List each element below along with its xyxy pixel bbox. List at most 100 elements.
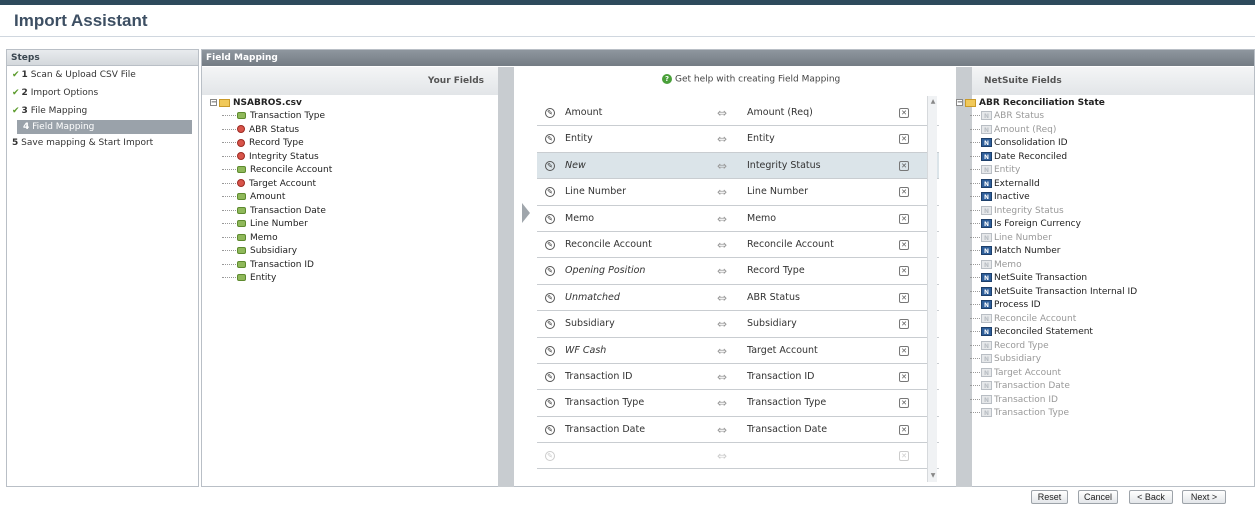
- your-field-item[interactable]: Transaction Type: [222, 110, 332, 124]
- your-field-item[interactable]: Transaction ID: [222, 259, 332, 273]
- remove-mapping-icon[interactable]: ✕: [899, 292, 909, 303]
- scroll-up-icon[interactable]: ▲: [929, 98, 937, 106]
- edit-icon[interactable]: ✎: [545, 108, 555, 118]
- netsuite-field-item[interactable]: N Reconciled Statement: [970, 326, 1137, 340]
- netsuite-field-item[interactable]: N Record Type: [970, 340, 1137, 354]
- netsuite-fields-root[interactable]: − ABR Reconciliation State: [956, 97, 1137, 110]
- remove-mapping-icon[interactable]: ✕: [899, 239, 909, 250]
- next-button[interactable]: Next >: [1182, 490, 1226, 504]
- mapping-row[interactable]: ✎ Line Number ⇔ Line Number ✕: [537, 179, 939, 206]
- remove-mapping-icon[interactable]: ✕: [899, 319, 909, 330]
- back-button[interactable]: < Back: [1129, 490, 1173, 504]
- netsuite-field-item[interactable]: N Transaction Date: [970, 380, 1137, 394]
- collapse-icon[interactable]: −: [210, 99, 217, 106]
- netsuite-field-item[interactable]: N Date Reconciled: [970, 151, 1137, 165]
- edit-icon[interactable]: ✎: [545, 345, 555, 356]
- your-fields-root[interactable]: − NSABROS.csv: [210, 97, 332, 110]
- edit-icon[interactable]: ✎: [545, 398, 555, 409]
- mapping-row[interactable]: ✎ Transaction ID ⇔ Transaction ID ✕: [537, 364, 939, 391]
- mapping-row[interactable]: ✎ Amount ⇔ Amount (Req) ✕: [537, 100, 939, 127]
- edit-icon[interactable]: ✎: [545, 239, 555, 250]
- mapping-row[interactable]: ✎ Entity ⇔ Entity ✕: [537, 126, 939, 153]
- remove-mapping-icon[interactable]: ✕: [899, 213, 909, 224]
- step-5[interactable]: 5 Save mapping & Start Import: [7, 134, 198, 152]
- remove-mapping-icon[interactable]: ✕: [899, 398, 909, 409]
- your-field-item[interactable]: Reconcile Account: [222, 164, 332, 178]
- scroll-down-icon[interactable]: ▼: [929, 472, 937, 480]
- mapping-row[interactable]: ✎ Reconcile Account ⇔ Reconcile Account ✕: [537, 232, 939, 259]
- step-1[interactable]: ✔ 1 Scan & Upload CSV File: [7, 66, 198, 84]
- step-3[interactable]: ✔ 3 File Mapping: [7, 102, 198, 120]
- edit-icon[interactable]: ✎: [545, 134, 555, 145]
- edit-icon[interactable]: ✎: [545, 160, 555, 171]
- netsuite-field-item[interactable]: N Transaction Type: [970, 407, 1137, 421]
- netsuite-field-item[interactable]: N Process ID: [970, 299, 1137, 313]
- mapping-row[interactable]: ✎ Memo ⇔ Memo ✕: [537, 206, 939, 232]
- netsuite-field-item[interactable]: N Transaction ID: [970, 394, 1137, 408]
- netsuite-field-item[interactable]: N NetSuite Transaction: [970, 272, 1137, 286]
- netsuite-field-item[interactable]: N Integrity Status: [970, 205, 1137, 219]
- netsuite-field-item[interactable]: N ABR Status: [970, 110, 1137, 124]
- help-link[interactable]: ? Get help with creating Field Mapping: [662, 74, 840, 85]
- collapse-icon[interactable]: −: [956, 99, 963, 106]
- your-field-item[interactable]: Target Account: [222, 178, 332, 192]
- mapping-row[interactable]: ✎ Unmatched ⇔ ABR Status ✕: [537, 285, 939, 312]
- your-field-item[interactable]: Integrity Status: [222, 151, 332, 165]
- mapping-source-field: Opening Position: [565, 265, 646, 277]
- netsuite-field-item[interactable]: N Memo: [970, 259, 1137, 273]
- mapping-row[interactable]: ✎ ⇔ ✕: [537, 443, 939, 470]
- netsuite-field-item[interactable]: N Is Foreign Currency: [970, 218, 1137, 232]
- tree-connector: [970, 209, 980, 211]
- remove-mapping-icon[interactable]: ✕: [899, 371, 909, 382]
- netsuite-field-label: Integrity Status: [994, 205, 1064, 216]
- remove-mapping-icon[interactable]: ✕: [899, 424, 909, 435]
- your-field-item[interactable]: Subsidiary: [222, 245, 332, 259]
- edit-icon[interactable]: ✎: [545, 292, 555, 303]
- remove-mapping-icon[interactable]: ✕: [899, 108, 909, 118]
- step-2[interactable]: ✔ 2 Import Options: [7, 84, 198, 102]
- your-field-item[interactable]: Line Number: [222, 218, 332, 232]
- netsuite-field-item[interactable]: N Line Number: [970, 232, 1137, 246]
- netsuite-field-item[interactable]: N Consolidation ID: [970, 137, 1137, 151]
- your-field-item[interactable]: Record Type: [222, 137, 332, 151]
- netsuite-field-icon: N: [981, 246, 992, 255]
- mapping-row[interactable]: ✎ Subsidiary ⇔ Subsidiary ✕: [537, 311, 939, 338]
- your-field-item[interactable]: Amount: [222, 191, 332, 205]
- mapping-row[interactable]: ✎ Transaction Type ⇔ Transaction Type ✕: [537, 390, 939, 417]
- remove-mapping-icon[interactable]: ✕: [899, 187, 909, 198]
- mapping-row[interactable]: ✎ New ⇔ Integrity Status ✕: [537, 152, 939, 180]
- reset-button[interactable]: Reset: [1031, 490, 1068, 504]
- left-splitter[interactable]: [498, 67, 514, 487]
- edit-icon[interactable]: ✎: [545, 213, 555, 224]
- netsuite-field-item[interactable]: N Subsidiary: [970, 353, 1137, 367]
- mapping-row[interactable]: ✎ Transaction Date ⇔ Transaction Date ✕: [537, 417, 939, 444]
- netsuite-field-item[interactable]: N Inactive: [970, 191, 1137, 205]
- edit-icon[interactable]: ✎: [545, 319, 555, 330]
- cancel-button[interactable]: Cancel: [1078, 490, 1118, 504]
- remove-mapping-icon[interactable]: ✕: [899, 345, 909, 356]
- step-4[interactable]: 4 Field Mapping: [17, 120, 192, 134]
- netsuite-field-item[interactable]: N Reconcile Account: [970, 313, 1137, 327]
- remove-mapping-icon[interactable]: ✕: [899, 160, 909, 171]
- edit-icon[interactable]: ✎: [545, 424, 555, 435]
- netsuite-field-item[interactable]: N NetSuite Transaction Internal ID: [970, 286, 1137, 300]
- remove-mapping-icon[interactable]: ✕: [899, 134, 909, 145]
- your-field-item[interactable]: ABR Status: [222, 124, 332, 138]
- remove-mapping-icon[interactable]: ✕: [899, 266, 909, 277]
- netsuite-field-item[interactable]: N Entity: [970, 164, 1137, 178]
- your-field-item[interactable]: Entity: [222, 272, 332, 286]
- netsuite-field-item[interactable]: N Match Number: [970, 245, 1137, 259]
- mapping-scrollbar[interactable]: ▲ ▼: [927, 96, 937, 482]
- your-field-item[interactable]: Memo: [222, 232, 332, 246]
- mapping-row[interactable]: ✎ Opening Position ⇔ Record Type ✕: [537, 258, 939, 285]
- mapping-row[interactable]: ✎ WF Cash ⇔ Target Account ✕: [537, 338, 939, 364]
- netsuite-field-item[interactable]: N Amount (Req): [970, 124, 1137, 138]
- edit-icon[interactable]: ✎: [545, 266, 555, 277]
- edit-icon[interactable]: ✎: [545, 187, 555, 198]
- edit-icon[interactable]: ✎: [545, 451, 555, 462]
- edit-icon[interactable]: ✎: [545, 371, 555, 382]
- netsuite-field-item[interactable]: N Target Account: [970, 367, 1137, 381]
- remove-mapping-icon[interactable]: ✕: [899, 451, 909, 462]
- netsuite-field-item[interactable]: N ExternalId: [970, 178, 1137, 192]
- your-field-item[interactable]: Transaction Date: [222, 205, 332, 219]
